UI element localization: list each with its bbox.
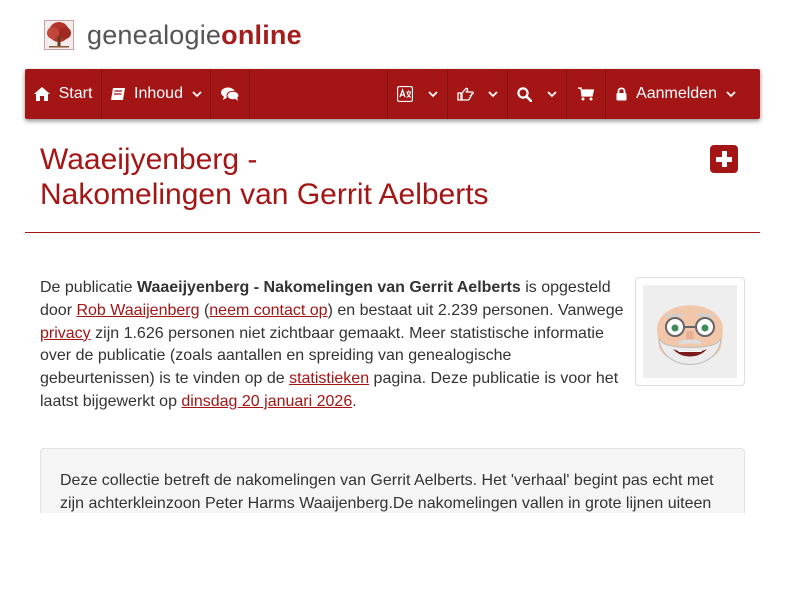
bottom-blank-area [0, 513, 800, 600]
main-navbar: Start Inhoud Aanmelden [25, 69, 760, 119]
nav-start[interactable]: Start [25, 69, 101, 119]
publication-description: De publicatie Waaeijyenberg - Nakomeling… [40, 277, 630, 414]
home-icon [33, 87, 50, 101]
nav-inhoud-label: Inhoud [134, 85, 183, 102]
chevron-down-icon [192, 90, 202, 97]
plus-square-icon[interactable] [710, 145, 738, 173]
desc-text: De publicatie [40, 279, 137, 296]
nav-login-label: Aanmelden [636, 85, 717, 102]
lock-icon [616, 87, 627, 101]
page-title-line1: Waaeijyenberg - [40, 143, 258, 176]
logo-text-part2: online [221, 19, 302, 50]
hand-pointer-icon [457, 87, 474, 101]
desc-text: ) en bestaat uit 2.239 personen. Vanwege [327, 301, 624, 319]
collection-text: Deze collectie betreft de nakomelingen v… [60, 472, 714, 512]
logo-wordmark: genealogieonline [87, 19, 302, 50]
nav-login[interactable]: Aanmelden [606, 69, 746, 119]
publication-title: Waaeijyenberg - Nakomelingen van Gerrit … [136, 279, 521, 296]
statistics-link[interactable]: statistieken [289, 370, 369, 387]
chevron-down-icon [428, 90, 438, 97]
nav-share[interactable] [448, 69, 507, 119]
author-link[interactable]: Rob Waaijenberg [76, 302, 199, 319]
title-divider [25, 232, 760, 233]
desc-text: . [352, 392, 357, 410]
avatar-image [643, 285, 737, 378]
last-updated-link[interactable]: dinsdag 20 januari 2026 [181, 393, 352, 410]
chevron-down-icon [488, 90, 498, 97]
tree-logo-icon [44, 20, 74, 50]
search-icon [517, 86, 532, 102]
site-logo[interactable]: genealogieonline [44, 18, 302, 52]
privacy-link[interactable]: privacy [40, 325, 91, 342]
chevron-down-icon [726, 90, 736, 97]
nav-forum[interactable] [211, 69, 249, 119]
desc-text: ( [199, 301, 210, 319]
nav-inhoud[interactable]: Inhoud [102, 69, 210, 119]
page-title-line2: Nakomelingen van Gerrit Aelberts [40, 178, 489, 211]
nav-language[interactable] [388, 69, 447, 119]
nav-shop[interactable] [567, 69, 605, 119]
book-icon [111, 88, 126, 100]
logo-text-part1: genealogie [87, 19, 222, 50]
chevron-down-icon [547, 90, 557, 97]
contact-link[interactable]: neem contact op [209, 302, 327, 319]
comments-icon [221, 87, 239, 101]
nav-search[interactable] [508, 69, 566, 119]
cart-icon [578, 87, 594, 101]
nav-start-label: Start [58, 85, 93, 102]
translate-icon [397, 86, 413, 102]
author-avatar[interactable] [635, 277, 745, 386]
page-title: Waaeijyenberg - Nakomelingen van Gerrit … [40, 142, 640, 212]
